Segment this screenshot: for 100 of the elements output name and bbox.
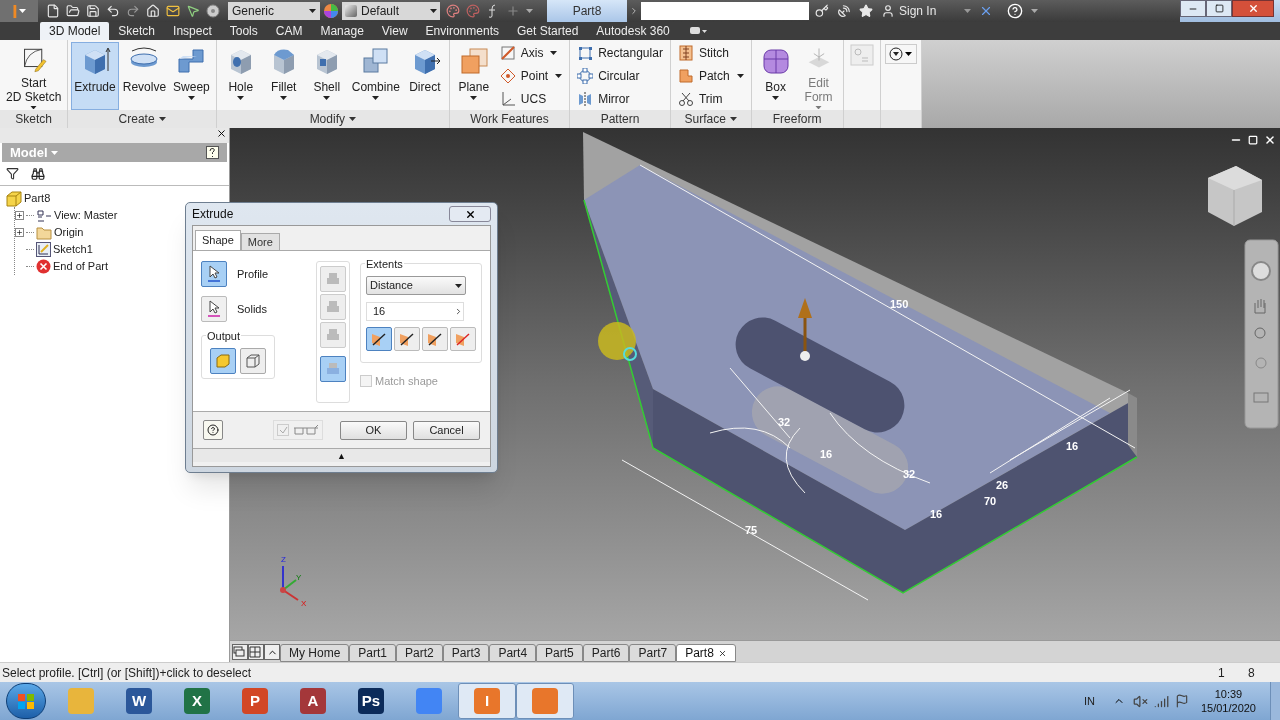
expand-icon[interactable] [629, 6, 639, 16]
new-file-icon[interactable] [46, 4, 60, 18]
direction-button[interactable] [422, 327, 448, 351]
dialog-tab[interactable]: Shape [195, 230, 241, 250]
tree-item[interactable]: Part8 [24, 190, 51, 207]
direction-button[interactable] [394, 327, 420, 351]
close-icon[interactable] [216, 128, 227, 139]
filter-icon[interactable] [6, 167, 19, 180]
ribbon-tool-button[interactable]: Hole [219, 42, 262, 110]
ribbon-tool-button[interactable]: Point [497, 66, 565, 85]
taskbar-app-button[interactable]: P [226, 683, 284, 719]
ribbon-tab[interactable]: CAM [266, 22, 312, 40]
arrange-button[interactable] [248, 644, 264, 660]
document-tab[interactable]: Part3 [442, 644, 490, 662]
ribbon-panel-label[interactable]: Surface [670, 110, 751, 128]
ribbon-tab[interactable]: View [372, 22, 417, 40]
ribbon-tab[interactable]: Tools [220, 22, 267, 40]
tile-windows-button[interactable] [232, 644, 248, 660]
distance-field[interactable]: 16 [366, 302, 464, 321]
language-indicator[interactable]: IN [1083, 692, 1095, 710]
taskbar-app-button[interactable]: Ps [342, 683, 400, 719]
ribbon-tab[interactable]: Get Started [508, 22, 588, 40]
document-tab[interactable]: My Home [280, 644, 350, 662]
select-icon[interactable] [186, 4, 200, 18]
expand-dialog-button[interactable]: ▲ [193, 448, 490, 462]
document-tab[interactable]: Part6 [582, 644, 630, 662]
help-icon[interactable] [206, 145, 219, 160]
action-center-icon[interactable] [1174, 694, 1189, 708]
document-tab[interactable]: Part2 [396, 644, 443, 662]
expand-icon[interactable] [15, 211, 24, 220]
sign-in-button[interactable]: Sign In [881, 2, 937, 20]
ribbon-tool-button[interactable]: Rectangular [575, 43, 665, 62]
ribbon-tool-button[interactable]: Plane [452, 42, 495, 110]
ribbon-panel-label[interactable]: Pattern [570, 110, 670, 128]
taskbar-app-button[interactable]: A [284, 683, 342, 719]
ribbon-tool-button[interactable]: Circular [575, 66, 665, 85]
ribbon-tool-button[interactable]: Mirror [575, 89, 665, 108]
ribbon-tool-button[interactable]: Start 2D Sketch [3, 42, 65, 110]
ribbon-tool-button[interactable]: Revolve [119, 42, 170, 110]
ribbon-tool-button[interactable]: Combine [348, 42, 403, 110]
ribbon-panel-label[interactable]: Modify [216, 110, 449, 128]
selector-button[interactable] [201, 296, 227, 322]
envelope-icon[interactable] [166, 4, 180, 18]
ribbon-tool-button[interactable]: Fillet [262, 42, 305, 110]
ok-button[interactable]: OK [340, 420, 407, 440]
ribbon-tool-button[interactable]: Patch [675, 66, 746, 85]
settings-icon[interactable] [206, 4, 220, 18]
ribbon-tool-button[interactable]: Trim [675, 89, 746, 108]
document-tab[interactable]: Part5 [536, 644, 583, 662]
ribbon-tool-button[interactable]: Box [754, 42, 797, 110]
close-button[interactable] [1232, 0, 1274, 17]
document-tab[interactable]: Part4 [489, 644, 537, 662]
color-wheel-icon[interactable] [323, 3, 339, 19]
tree-item[interactable]: View: Master [54, 207, 118, 224]
close-button[interactable] [449, 206, 491, 222]
ribbon-tab[interactable]: Environments [416, 22, 508, 40]
ribbon-tab[interactable]: Manage [311, 22, 373, 40]
ribbon-tool-button[interactable]: Axis [497, 43, 565, 62]
ribbon-tool-button[interactable]: Direct [403, 42, 446, 110]
ribbon-tool-button[interactable]: Stitch [675, 43, 746, 62]
ribbon-tab[interactable]: 3D Model [40, 22, 110, 40]
taskbar-app-button[interactable]: W [110, 683, 168, 719]
ribbon-panel-label[interactable]: Sketch [0, 110, 68, 128]
document-tab[interactable]: Part7 [629, 644, 677, 662]
close-icon[interactable] [1264, 134, 1276, 146]
taskbar-app-button[interactable]: X [168, 683, 226, 719]
help-button[interactable] [203, 420, 223, 440]
direction-button[interactable] [366, 327, 392, 351]
star-icon[interactable] [859, 4, 873, 18]
open-icon[interactable] [66, 4, 80, 18]
selector-button[interactable] [201, 261, 227, 287]
close-icon[interactable] [717, 648, 727, 658]
ribbon-toggle-icon[interactable] [688, 26, 707, 36]
help-search-field[interactable] [641, 2, 809, 20]
tree-item[interactable]: Sketch1 [53, 241, 93, 258]
extents-dropdown[interactable]: Distance [366, 276, 466, 295]
ribbon-panel-label[interactable]: Freeform [751, 110, 843, 128]
output-button[interactable] [240, 348, 266, 374]
ribbon-tab[interactable]: Inspect [164, 22, 221, 40]
document-tab[interactable]: Part8 [676, 644, 736, 662]
ribbon-tab[interactable]: Autodesk 360 [587, 22, 679, 40]
restore-icon[interactable] [1248, 135, 1258, 145]
ribbon-panel-label[interactable]: Create [68, 110, 216, 128]
key-icon[interactable] [815, 4, 829, 18]
dialog-tab[interactable]: More [240, 233, 280, 250]
search-icon[interactable] [31, 166, 45, 181]
ribbon-tool-button[interactable]: Sweep [170, 42, 213, 110]
material-dropdown[interactable]: Generic [228, 2, 320, 20]
expand-icon[interactable] [15, 228, 24, 237]
appearance-icon[interactable] [446, 4, 460, 18]
signal-icon[interactable] [1153, 693, 1169, 709]
ribbon-tool-button[interactable]: UCS [497, 89, 565, 108]
tree-item[interactable]: End of Part [53, 258, 109, 275]
undo-icon[interactable] [106, 4, 120, 18]
ribbon-panel-label[interactable]: Work Features [449, 110, 570, 128]
volume-muted-icon[interactable] [1132, 693, 1148, 709]
satellite-dish-icon[interactable] [837, 4, 851, 18]
save-icon[interactable] [86, 4, 100, 18]
taskbar-app-button[interactable] [516, 683, 574, 719]
dropdown-button[interactable] [884, 44, 917, 64]
